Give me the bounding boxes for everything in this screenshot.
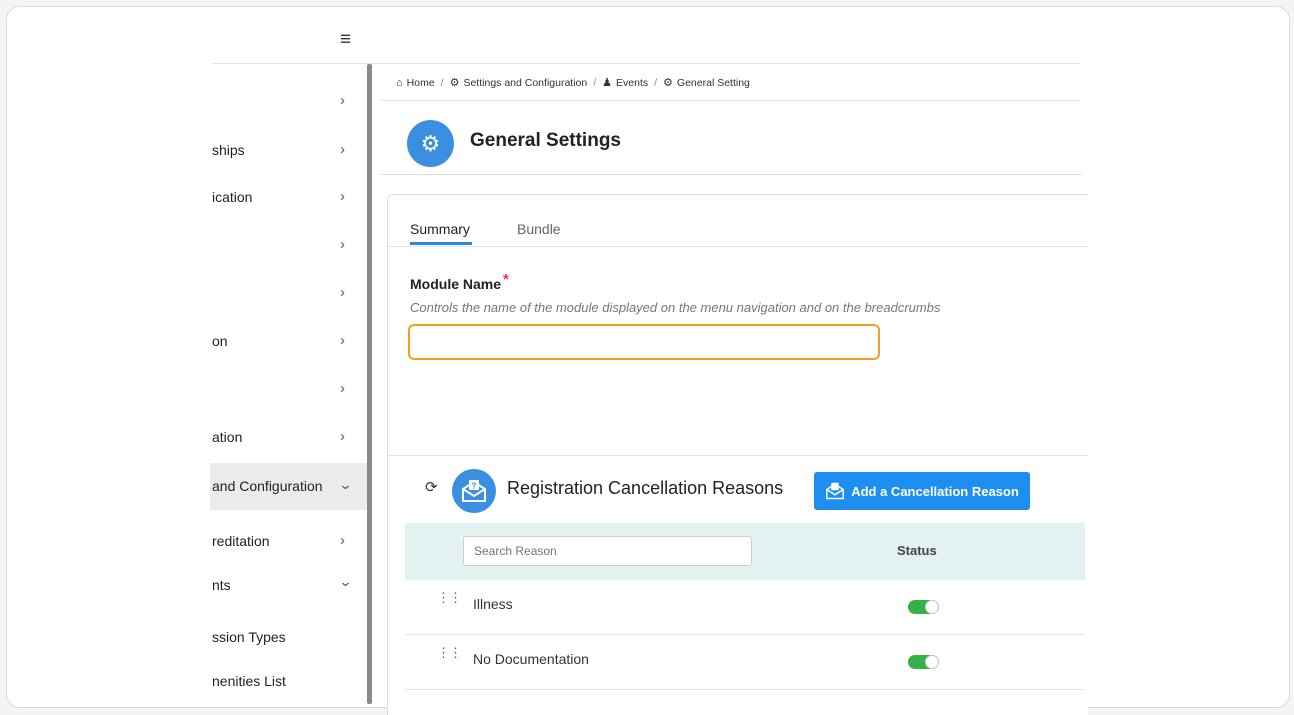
tabs-divider: [388, 246, 1088, 247]
breadcrumb-home[interactable]: Home: [407, 77, 435, 89]
sidebar-item-label: reditation: [212, 533, 270, 549]
sidebar-item-label: and Configuration: [212, 478, 323, 494]
chevron-right-icon: ›: [340, 92, 345, 109]
required-mark: *: [503, 271, 509, 288]
envelope-add-icon: [826, 482, 845, 500]
sidebar-item-5[interactable]: ›: [210, 272, 367, 316]
page-title: General Settings: [470, 130, 621, 151]
module-name-label-text: Module Name: [410, 276, 502, 292]
sidebar-scrollbar[interactable]: [367, 64, 372, 704]
sidebar-item-label: ssion Types: [212, 629, 286, 645]
add-cancellation-reason-label: Add a Cancellation Reason: [851, 483, 1019, 499]
section-divider: [388, 455, 1088, 456]
chevron-down-icon: ⌄: [338, 477, 353, 492]
breadcrumb-separator: /: [440, 76, 444, 89]
chevron-right-icon: ›: [340, 236, 345, 253]
sidebar-item-accreditation[interactable]: reditation ›: [210, 520, 367, 564]
toggle-knob: [925, 600, 939, 614]
breadcrumb-settings[interactable]: Settings and Configuration: [463, 77, 587, 89]
chevron-right-icon: ›: [340, 284, 345, 301]
sidebar-item-ation[interactable]: ation ›: [210, 416, 367, 460]
person-podium-icon: ♟: [602, 77, 613, 89]
breadcrumb: ⌂ Home / ⚙ Settings and Configuration / …: [396, 76, 750, 90]
gears-icon: ⚙: [663, 77, 673, 89]
svg-text:?: ?: [472, 482, 477, 491]
toggle-knob: [925, 655, 939, 669]
status-toggle[interactable]: [908, 655, 939, 669]
sidebar-item-7[interactable]: ›: [210, 368, 367, 412]
sidebar-item-label: on: [212, 333, 228, 349]
chevron-right-icon: ›: [340, 428, 345, 445]
add-cancellation-reason-button[interactable]: Add a Cancellation Reason: [814, 472, 1030, 510]
sidebar-item-label: ication: [212, 189, 253, 205]
gears-icon: ⚙: [407, 120, 454, 167]
sidebar-item-communication[interactable]: ication ›: [210, 176, 367, 220]
sidebar-item-label: nts: [212, 577, 231, 593]
sidebar-item-amenities-list[interactable]: nenities List: [210, 660, 367, 704]
module-name-label: Module Name *: [410, 271, 509, 293]
envelope-question-icon: ?: [452, 469, 496, 513]
reason-name: No Documentation: [473, 651, 589, 667]
sidebar-item-4[interactable]: ›: [210, 224, 367, 268]
sidebar-item-session-types[interactable]: ssion Types: [210, 616, 367, 660]
search-reason-input[interactable]: [463, 536, 752, 566]
status-toggle[interactable]: [908, 600, 939, 614]
reason-name: Illness: [473, 596, 513, 612]
refresh-icon[interactable]: ⟳: [425, 478, 438, 496]
active-tab-indicator: [410, 242, 472, 245]
breadcrumb-events[interactable]: Events: [616, 77, 648, 89]
sidebar-item-settings-and-configuration[interactable]: and Configuration ⌄: [210, 463, 367, 510]
home-icon: ⌂: [396, 76, 403, 89]
sidebar-item-memberships[interactable]: ships ›: [210, 129, 367, 173]
tab-bundle[interactable]: Bundle: [517, 221, 561, 237]
breadcrumb-separator: /: [654, 76, 658, 89]
table-row: ⋮⋮ Illness: [405, 580, 1085, 635]
breadcrumb-divider: [381, 100, 1081, 101]
sidebar-item-1[interactable]: ›: [210, 80, 367, 124]
tab-summary[interactable]: Summary: [410, 221, 470, 237]
sidebar-item-label: ation: [212, 429, 243, 445]
sidebar: › ships › ication › › › on › › ation › a…: [210, 64, 367, 704]
sidebar-item-label: nenities List: [212, 673, 286, 689]
gears-icon: ⚙: [449, 77, 460, 89]
sidebar-item-on[interactable]: on ›: [210, 320, 367, 364]
module-name-input[interactable]: [408, 324, 880, 360]
drag-handle-icon[interactable]: ⋮⋮: [437, 591, 462, 604]
hamburger-menu-icon[interactable]: ≡: [340, 30, 351, 49]
chevron-down-icon: ⌄: [338, 574, 353, 589]
title-divider: [381, 174, 1081, 175]
module-name-hint: Controls the name of the module displaye…: [410, 300, 941, 315]
breadcrumb-separator: /: [593, 76, 597, 89]
envelope-question-svg: ?: [462, 480, 486, 502]
chevron-right-icon: ›: [340, 532, 345, 549]
chevron-right-icon: ›: [340, 141, 345, 158]
sidebar-item-events[interactable]: nts ⌄: [210, 564, 367, 608]
chevron-right-icon: ›: [340, 332, 345, 349]
table-row: ⋮⋮ No Documentation: [405, 635, 1085, 690]
status-column-header: Status: [897, 543, 937, 558]
breadcrumb-general-setting: General Setting: [676, 76, 750, 89]
reasons-section-title: Registration Cancellation Reasons: [507, 478, 784, 498]
sidebar-item-label: ships: [212, 142, 245, 158]
drag-handle-icon[interactable]: ⋮⋮: [437, 646, 462, 659]
chevron-right-icon: ›: [340, 188, 345, 205]
chevron-right-icon: ›: [340, 380, 345, 397]
